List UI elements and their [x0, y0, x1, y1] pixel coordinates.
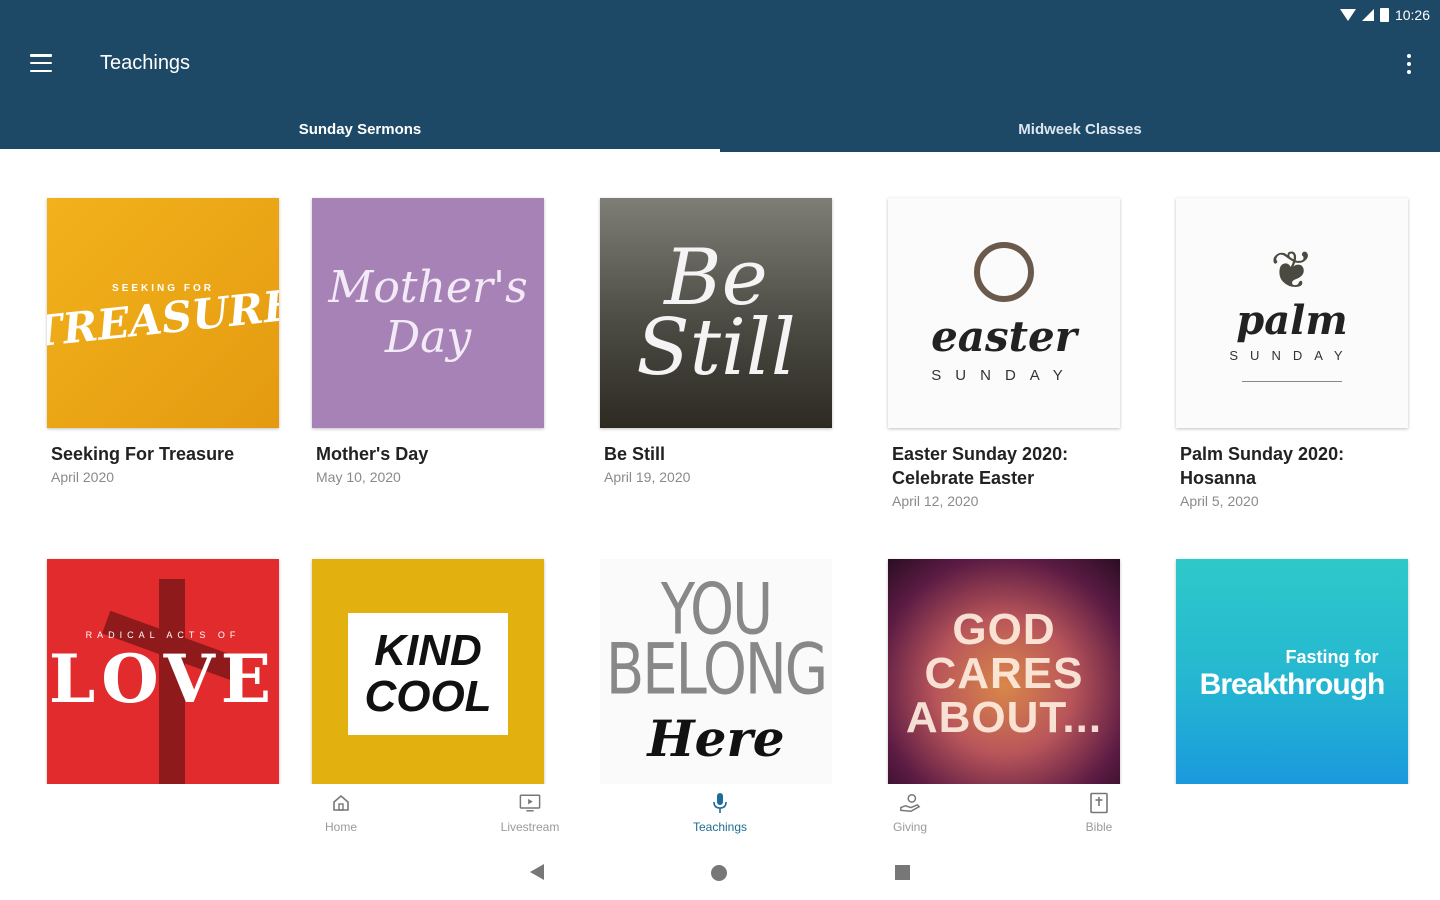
teaching-date: May 10, 2020 — [316, 469, 401, 485]
art-text: easter — [931, 312, 1077, 361]
app-bar: 10:26 Teachings Sunday Sermons Midweek C… — [0, 0, 1440, 152]
signal-icon — [1361, 9, 1374, 21]
art-text: CARES — [924, 649, 1084, 698]
art-text: SUNDAY — [931, 367, 1077, 384]
nav-label: Bible — [1085, 820, 1113, 834]
teaching-date: April 5, 2020 — [1180, 493, 1259, 509]
art-text: Here — [647, 708, 785, 768]
art-text: palm — [1236, 296, 1348, 344]
status-time: 10:26 — [1394, 7, 1430, 23]
art-text: LOVE — [48, 640, 278, 718]
teaching-thumbnail: YOU BELONG Here — [600, 559, 832, 784]
teaching-card-god-cares-about[interactable]: GOD CARES ABOUT... — [888, 559, 1120, 784]
art-text: SUNDAY — [1229, 347, 1355, 363]
art-text: ABOUT... — [905, 693, 1103, 742]
nav-livestream[interactable]: Livestream — [470, 792, 590, 834]
back-icon[interactable] — [530, 864, 544, 880]
tv-icon — [519, 792, 541, 814]
nav-bible[interactable]: Bible — [1039, 792, 1159, 834]
teaching-title: Seeking For Treasure — [51, 444, 235, 464]
art-text: GOD — [952, 605, 1056, 654]
system-navigation-bar — [0, 844, 1440, 900]
teaching-title: Easter Sunday 2020: Celebrate Easter — [892, 444, 1069, 488]
art-text: Breakthrough — [1199, 667, 1386, 701]
hamburger-menu-icon[interactable] — [30, 54, 52, 72]
bottom-navigation: Home Livestream Teachings Giving Bible — [0, 784, 1440, 844]
art-text: Fasting for — [1285, 646, 1379, 667]
teaching-thumbnail: Be Still — [600, 198, 832, 428]
teaching-card-easter-sunday[interactable]: easter SUNDAY Easter Sunday 2020: Celebr… — [888, 198, 1120, 512]
teaching-card-seeking-for-treasure[interactable]: SEEKING FOR TREASURE Seeking For Treasur… — [47, 198, 279, 488]
art-text: BELONG — [605, 629, 828, 711]
nav-label: Home — [324, 820, 357, 834]
teaching-date: April 12, 2020 — [892, 493, 979, 509]
teaching-thumbnail: KIND COOL — [312, 559, 544, 784]
palm-leaf-icon: ❦ — [1270, 241, 1314, 300]
teaching-card-fasting-for-breakthrough[interactable]: Fasting for Breakthrough — [1176, 559, 1408, 784]
teaching-date: April 19, 2020 — [604, 469, 691, 485]
teaching-thumbnail: Fasting for Breakthrough — [1176, 559, 1408, 784]
teaching-card-mothers-day[interactable]: Mother's Day Mother's Day May 10, 2020 — [312, 198, 544, 488]
art-text: Still — [636, 303, 796, 393]
more-vert-icon[interactable] — [1404, 54, 1414, 74]
wifi-icon — [1339, 9, 1356, 21]
crown-of-thorns-icon — [974, 242, 1034, 302]
battery-icon — [1379, 8, 1389, 22]
tab-bar: Sunday Sermons Midweek Classes — [0, 106, 1440, 152]
art-text: COOL — [364, 672, 492, 721]
tab-sunday-sermons[interactable]: Sunday Sermons — [0, 106, 720, 152]
teaching-thumbnail: SEEKING FOR TREASURE — [47, 198, 279, 428]
teaching-card-palm-sunday[interactable]: ❦ palm SUNDAY Palm Sunday 2020: Hosanna … — [1176, 198, 1408, 512]
teaching-thumbnail: ❦ palm SUNDAY — [1176, 198, 1408, 428]
teaching-title: Mother's Day — [316, 444, 429, 464]
teaching-thumbnail: GOD CARES ABOUT... — [888, 559, 1120, 784]
art-text: RADICAL ACTS OF — [85, 630, 241, 640]
teaching-date: April 2020 — [51, 469, 115, 485]
microphone-icon — [709, 792, 731, 814]
nav-giving[interactable]: Giving — [850, 792, 970, 834]
art-box: KIND COOL — [348, 613, 508, 735]
nav-teachings[interactable]: Teachings — [660, 792, 780, 834]
recents-icon[interactable] — [895, 865, 910, 880]
art-text: Day — [384, 312, 472, 363]
teaching-card-be-still[interactable]: Be Still Be Still April 19, 2020 — [600, 198, 832, 488]
home-icon — [330, 792, 352, 814]
teaching-thumbnail: Mother's Day — [312, 198, 544, 428]
nav-label: Teachings — [692, 820, 748, 834]
teaching-title: Be Still — [604, 444, 666, 464]
teaching-thumbnail: easter SUNDAY — [888, 198, 1120, 428]
bible-icon — [1088, 792, 1110, 814]
status-bar: 10:26 — [1339, 4, 1430, 26]
nav-label: Livestream — [500, 820, 560, 834]
teaching-card-kind-cool[interactable]: KIND COOL — [312, 559, 544, 784]
home-circle-icon[interactable] — [711, 865, 727, 881]
teaching-title: Palm Sunday 2020: Hosanna — [1180, 444, 1345, 488]
art-text: KIND — [374, 626, 482, 675]
teaching-card-radical-acts-of-love[interactable]: RADICAL ACTS OF LOVE — [47, 559, 279, 784]
teaching-card-you-belong-here[interactable]: YOU BELONG Here — [600, 559, 832, 784]
teachings-grid: SEEKING FOR TREASURE Seeking For Treasur… — [0, 152, 1440, 784]
page-title: Teachings — [100, 52, 191, 74]
tab-midweek-classes[interactable]: Midweek Classes — [720, 106, 1440, 152]
teaching-thumbnail: RADICAL ACTS OF LOVE — [47, 559, 279, 784]
nav-label: Giving — [892, 820, 927, 834]
hand-giving-icon — [899, 792, 921, 814]
nav-home[interactable]: Home — [281, 792, 401, 834]
art-text: Mother's — [328, 262, 528, 313]
divider — [1242, 380, 1342, 382]
